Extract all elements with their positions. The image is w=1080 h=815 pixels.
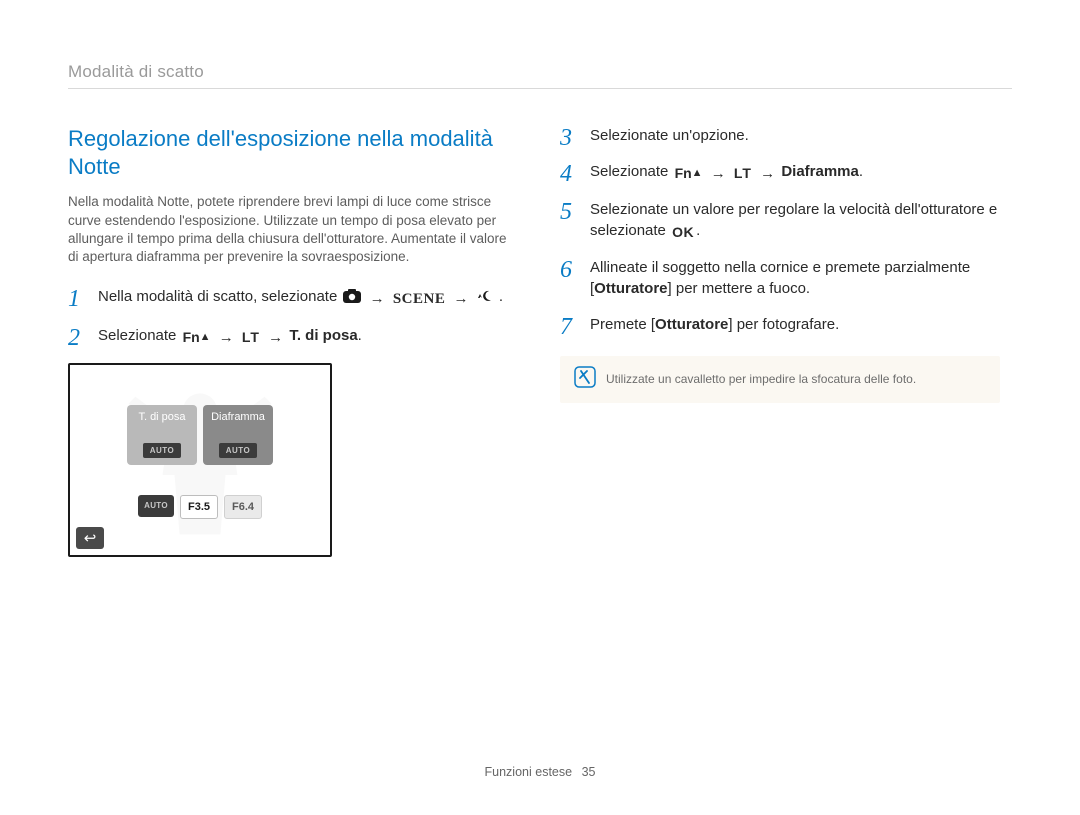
step-text-end: ] per fotografare. — [728, 316, 839, 333]
step-4: 4 Selezionate Fn▲ → LT → Diaframma. — [560, 161, 1000, 185]
step-number: 6 — [560, 253, 572, 288]
step-3: 3 Selezionate un'opzione. — [560, 125, 1000, 147]
step-text-end: . — [859, 163, 863, 180]
aperture-selected[interactable]: F3.5 — [180, 495, 218, 519]
page: Modalità di scatto Regolazione dell'espo… — [0, 0, 1080, 815]
step-text: Premete [ — [590, 316, 655, 333]
step-7: 7 Premete [Otturatore] per fotografare. — [560, 314, 1000, 336]
step-bold: Otturatore — [594, 280, 667, 297]
aperture-alt[interactable]: F6.4 — [224, 495, 262, 519]
ok-icon: OK — [672, 222, 694, 242]
breadcrumb: Modalità di scatto — [68, 62, 1012, 89]
step-text: Selezionate un valore per regolare la ve… — [590, 201, 997, 240]
option-label: Diaframma — [211, 411, 265, 423]
step-text: Nella modalità di scatto, selezionate — [98, 288, 341, 305]
lt-icon: LT — [734, 163, 752, 183]
arrow-icon: → — [268, 327, 283, 349]
step-bold: Diaframma — [781, 163, 859, 180]
step-2: 2 Selezionate Fn▲ → LT → T. di posa. — [68, 325, 508, 349]
left-column: Regolazione dell'esposizione nella modal… — [68, 125, 508, 557]
step-text-end: ] per mettere a fuoco. — [668, 280, 811, 297]
lt-icon: LT — [242, 327, 260, 347]
step-bold: T. di posa — [289, 327, 357, 344]
back-icon: ↩ — [84, 529, 97, 547]
section-title: Regolazione dell'esposizione nella modal… — [68, 125, 508, 181]
step-6: 6 Allineate il soggetto nella cornice e … — [560, 257, 1000, 301]
option-value: AUTO — [143, 443, 182, 458]
arrow-icon: → — [370, 288, 385, 310]
step-bold: Otturatore — [655, 316, 728, 333]
step-number: 1 — [68, 282, 80, 317]
step-1: 1 Nella modalità di scatto, selezionate … — [68, 286, 508, 311]
step-text: Selezionate un'opzione. — [590, 127, 749, 144]
scene-icon: SCENE — [393, 289, 446, 311]
info-icon — [574, 366, 596, 393]
right-column: 3 Selezionate un'opzione. 4 Selezionate … — [560, 125, 1000, 557]
step-number: 5 — [560, 195, 572, 230]
arrow-icon: → — [454, 288, 469, 310]
footer: Funzioni estese 35 — [0, 765, 1080, 779]
step-text-end: . — [696, 222, 700, 239]
content-columns: Regolazione dell'esposizione nella modal… — [68, 125, 1012, 557]
step-text-end: . — [499, 288, 503, 305]
arrow-icon: → — [219, 327, 234, 349]
arrow-icon: → — [711, 163, 726, 185]
night-moon-icon — [477, 288, 493, 310]
option-value: AUTO — [219, 443, 258, 458]
camera-icon — [343, 288, 361, 310]
option-row: T. di posa AUTO Diaframma AUTO — [127, 405, 273, 465]
footer-label: Funzioni estese — [485, 765, 573, 779]
step-number: 3 — [560, 121, 572, 156]
fn-up-icon: Fn▲ — [183, 327, 211, 347]
back-button[interactable]: ↩ — [76, 527, 104, 549]
intro-paragraph: Nella modalità Notte, potete riprendere … — [68, 193, 508, 266]
step-text-end: . — [358, 327, 362, 344]
step-text: Selezionate — [98, 327, 181, 344]
fn-up-icon: Fn▲ — [675, 163, 703, 183]
step-number: 4 — [560, 157, 572, 192]
note-box: Utilizzate un cavalletto per impedire la… — [560, 356, 1000, 403]
step-number: 7 — [560, 310, 572, 345]
step-number: 2 — [68, 321, 80, 356]
option-shutter-time[interactable]: T. di posa AUTO — [127, 405, 197, 465]
page-number: 35 — [582, 765, 596, 779]
step-text: Selezionate — [590, 163, 673, 180]
device-screenshot: T. di posa AUTO Diaframma AUTO AUTO F3.5… — [68, 363, 332, 557]
arrow-icon: → — [760, 163, 775, 185]
aperture-auto[interactable]: AUTO — [138, 495, 174, 517]
option-aperture[interactable]: Diaframma AUTO — [203, 405, 273, 465]
note-text: Utilizzate un cavalletto per impedire la… — [606, 372, 916, 386]
aperture-values: AUTO F3.5 F6.4 — [138, 495, 262, 519]
step-5: 5 Selezionate un valore per regolare la … — [560, 199, 1000, 243]
option-label: T. di posa — [138, 411, 185, 423]
